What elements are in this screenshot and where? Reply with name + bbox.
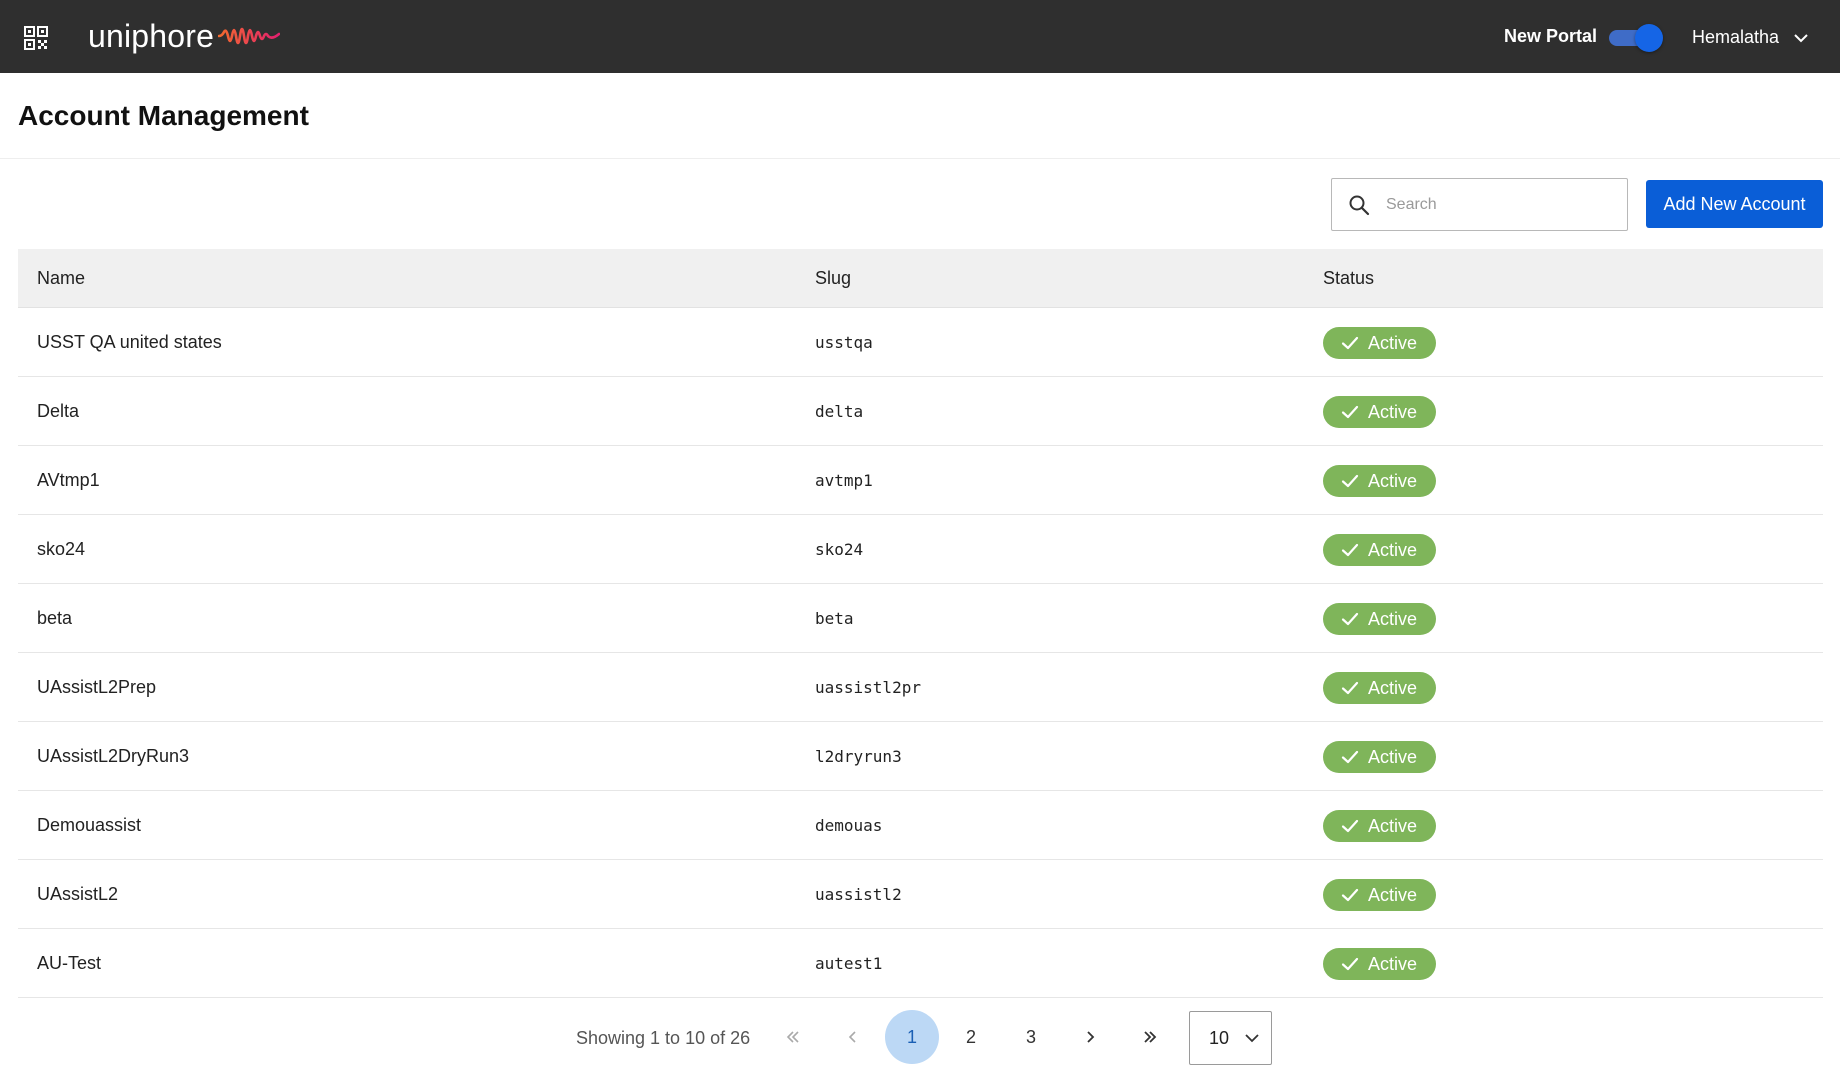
user-name: Hemalatha <box>1692 27 1780 47</box>
table-body: USST QA united states usstqa Active Delta de… <box>18 308 1823 998</box>
status-label: Active <box>1368 746 1418 767</box>
account-name: Delta <box>37 401 80 421</box>
status-badge: Active <box>1323 603 1436 635</box>
status-badge: Active <box>1323 741 1436 773</box>
status-label: Active <box>1368 815 1418 836</box>
next-page-button[interactable] <box>1063 1010 1117 1064</box>
status-badge: Active <box>1323 948 1436 980</box>
apps-grid-icon[interactable] <box>24 26 48 50</box>
logo-wave-icon <box>218 27 281 45</box>
account-slug: sko24 <box>815 540 864 559</box>
table-row[interactable]: Delta delta Active <box>18 377 1823 446</box>
account-slug: avtmp1 <box>815 471 873 490</box>
account-slug: uassistl2pr <box>815 678 921 697</box>
status-label: Active <box>1368 608 1418 629</box>
status-label: Active <box>1368 953 1418 974</box>
account-name: sko24 <box>37 539 86 559</box>
chevron-right-icon <box>1087 1031 1095 1043</box>
uniphore-logo[interactable]: uniphore <box>88 16 281 56</box>
check-icon <box>1341 750 1359 764</box>
page-button-3[interactable]: 3 <box>1004 1010 1058 1064</box>
showing-count: Showing 1 to 10 of 26 <box>576 1028 751 1048</box>
new-portal-label: New Portal <box>1504 26 1598 46</box>
check-icon <box>1341 957 1359 971</box>
column-header-slug[interactable]: Slug <box>815 268 851 289</box>
status-badge: Active <box>1323 534 1436 566</box>
search-box[interactable] <box>1331 178 1628 231</box>
status-label: Active <box>1368 677 1418 698</box>
check-icon <box>1341 474 1359 488</box>
account-name: beta <box>37 608 73 628</box>
status-label: Active <box>1368 470 1418 491</box>
chevron-left-icon <box>848 1031 856 1043</box>
check-icon <box>1341 681 1359 695</box>
table-row[interactable]: AVtmp1 avtmp1 Active <box>18 446 1823 515</box>
account-slug: uassistl2 <box>815 885 902 904</box>
account-slug: usstqa <box>815 333 873 352</box>
account-slug: l2dryrun3 <box>815 747 902 766</box>
check-icon <box>1341 336 1359 350</box>
account-name: Demouassist <box>37 815 142 835</box>
account-name: UAssistL2Prep <box>37 677 157 697</box>
account-name: AU-Test <box>37 953 102 973</box>
status-label: Active <box>1368 332 1418 353</box>
account-name: UAssistL2DryRun3 <box>37 746 190 766</box>
account-name: USST QA united states <box>37 332 222 352</box>
check-icon <box>1341 612 1359 626</box>
page-size-select[interactable]: 10 <box>1189 1011 1272 1065</box>
account-name: UAssistL2 <box>37 884 119 904</box>
logo-text: uniphore <box>88 17 215 54</box>
last-page-button[interactable] <box>1123 1010 1177 1064</box>
toggle-knob <box>1635 24 1663 52</box>
chevron-down-icon <box>1794 33 1808 42</box>
page-size-value: 10 <box>1209 1027 1230 1048</box>
table-row[interactable]: sko24 sko24 Active <box>18 515 1823 584</box>
new-portal-toggle[interactable] <box>1607 23 1663 52</box>
page-button-2[interactable]: 2 <box>944 1010 998 1064</box>
table-row[interactable]: UAssistL2 uassistl2 Active <box>18 860 1823 929</box>
table-row[interactable]: beta beta Active <box>18 584 1823 653</box>
first-page-button[interactable] <box>766 1010 820 1064</box>
search-icon <box>1349 195 1370 216</box>
status-badge: Active <box>1323 465 1436 497</box>
status-badge: Active <box>1323 810 1436 842</box>
check-icon <box>1341 888 1359 902</box>
status-label: Active <box>1368 884 1418 905</box>
status-badge: Active <box>1323 396 1436 428</box>
account-slug: autest1 <box>815 954 883 973</box>
page-button-1[interactable]: 1 <box>885 1010 939 1064</box>
status-badge: Active <box>1323 327 1436 359</box>
table-row[interactable]: USST QA united states usstqa Active <box>18 308 1823 377</box>
check-icon <box>1341 543 1359 557</box>
status-label: Active <box>1368 401 1418 422</box>
previous-page-button[interactable] <box>826 1010 880 1064</box>
title-divider <box>0 158 1840 159</box>
check-icon <box>1341 819 1359 833</box>
pagination: Showing 1 to 10 of 26 1 2 3 10 <box>0 1010 1840 1066</box>
double-chevron-right-icon <box>1144 1031 1157 1043</box>
accounts-table: Name Slug Status USST QA united states us… <box>18 249 1823 998</box>
account-name: AVtmp1 <box>37 470 100 490</box>
column-header-name[interactable]: Name <box>37 268 85 289</box>
column-header-status[interactable]: Status <box>1323 268 1374 289</box>
table-row[interactable]: UAssistL2Prep uassistl2pr Active <box>18 653 1823 722</box>
account-slug: delta <box>815 402 864 421</box>
status-label: Active <box>1368 539 1418 560</box>
account-slug: beta <box>815 609 854 628</box>
table-row[interactable]: UAssistL2DryRun3 l2dryrun3 Active <box>18 722 1823 791</box>
page-title: Account Management <box>18 100 309 131</box>
table-header: Name Slug Status <box>18 249 1823 308</box>
status-badge: Active <box>1323 879 1436 911</box>
table-row[interactable]: Demouassist demouas Active <box>18 791 1823 860</box>
account-slug: demouas <box>815 816 883 835</box>
user-menu[interactable]: Hemalatha <box>1692 27 1809 48</box>
add-new-account-button[interactable]: Add New Account <box>1646 180 1823 228</box>
status-badge: Active <box>1323 672 1436 704</box>
table-row[interactable]: AU-Test autest1 Active <box>18 929 1823 998</box>
top-bar: uniphore New Portal Hemalatha <box>0 0 1840 73</box>
double-chevron-left-icon <box>786 1031 799 1043</box>
check-icon <box>1341 405 1359 419</box>
chevron-down-icon <box>1245 1034 1259 1043</box>
search-input[interactable] <box>1386 187 1616 223</box>
